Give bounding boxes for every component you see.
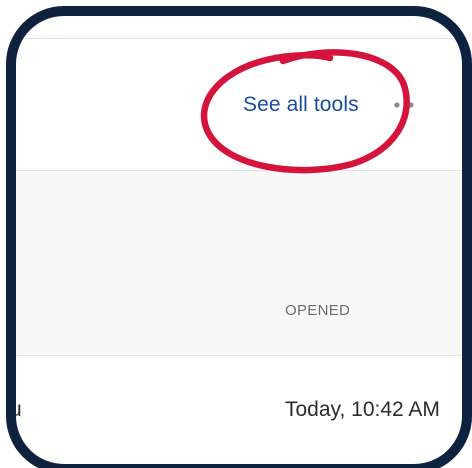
screenshot-stage: See all tools OPENED u Today, 10:42 AM [0, 0, 472, 468]
rounded-frame: See all tools OPENED u Today, 10:42 AM [6, 6, 472, 468]
table-header-band [16, 171, 462, 355]
row-opened-cell: Today, 10:42 AM [285, 398, 440, 421]
row-name-cell: u [10, 398, 22, 421]
column-header-opened[interactable]: OPENED [285, 302, 350, 319]
app-viewport: See all tools OPENED u Today, 10:42 AM [10, 16, 462, 464]
see-all-tools-link[interactable]: See all tools [243, 93, 359, 117]
more-horizontal-icon[interactable] [392, 98, 420, 112]
header-divider [16, 355, 462, 356]
top-divider [16, 38, 462, 39]
